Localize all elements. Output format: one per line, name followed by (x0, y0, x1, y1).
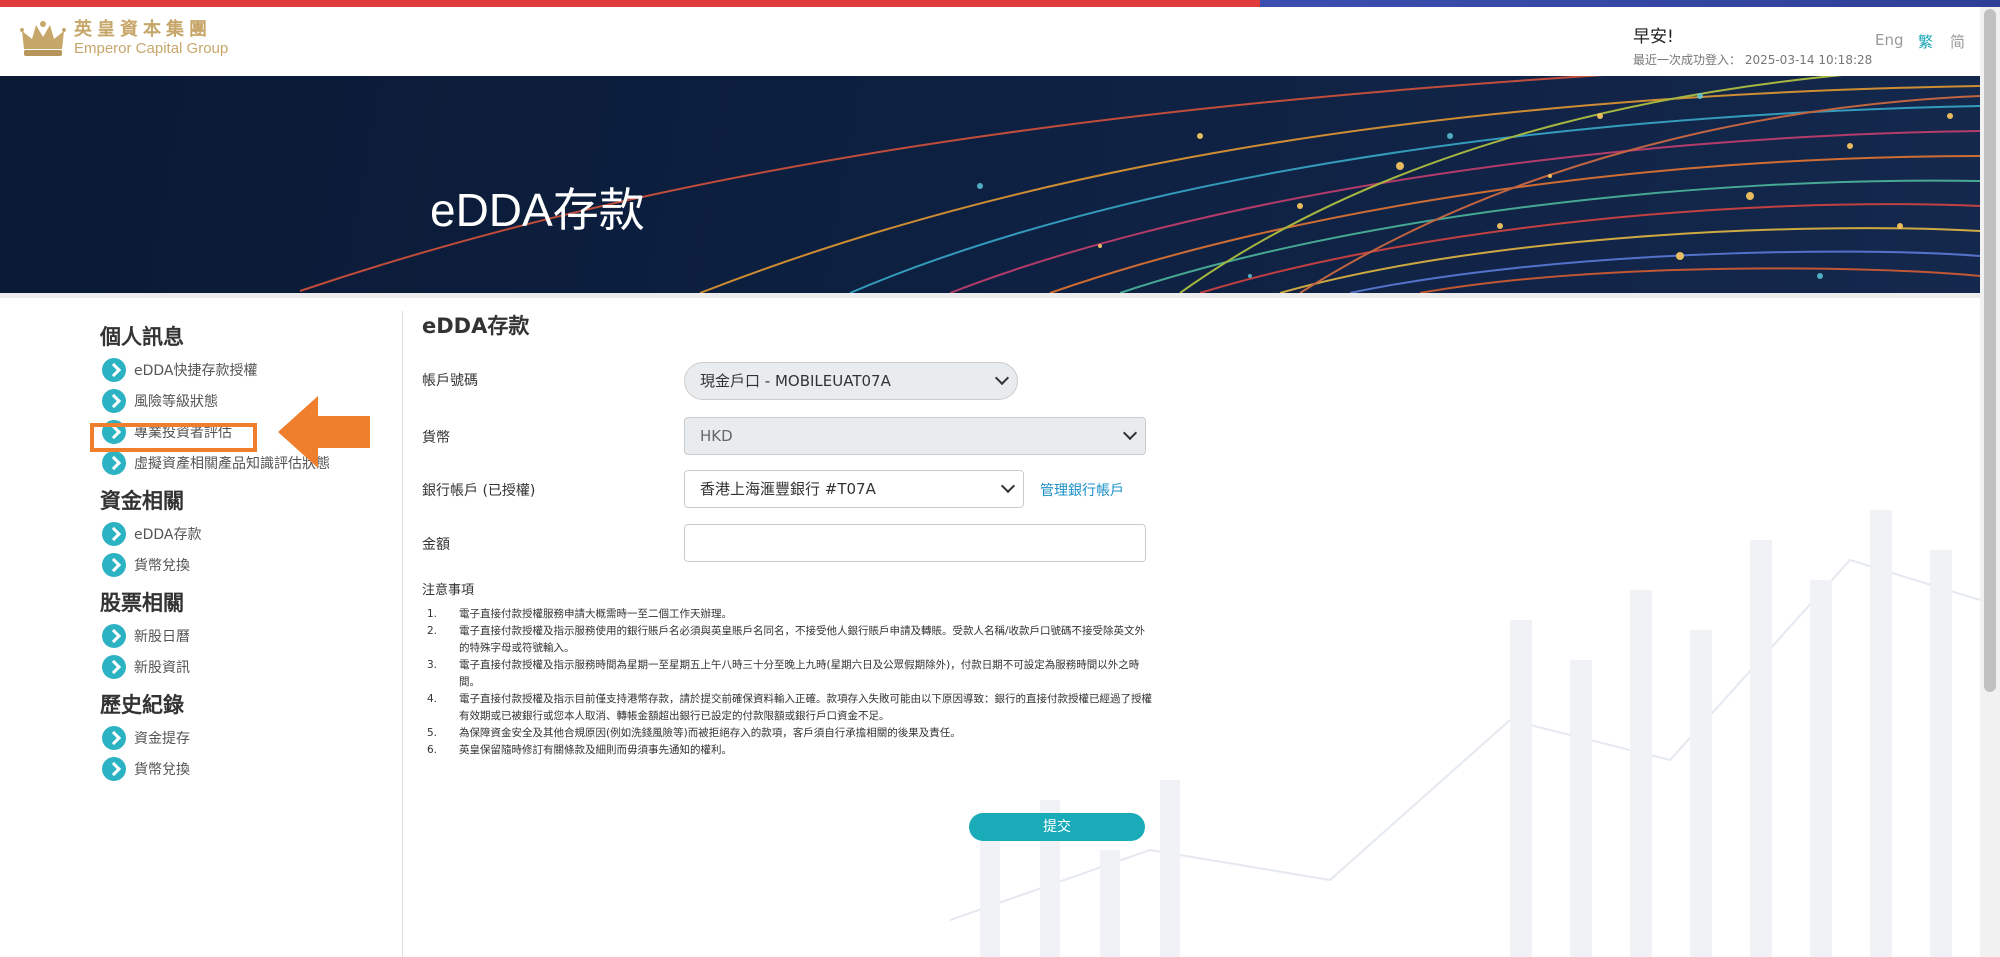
company-logo[interactable]: 英皇資本集團 Emperor Capital Group (20, 19, 228, 59)
scrollbar-thumb[interactable] (1984, 9, 1996, 692)
bank-account-select-value: 香港上海滙豐銀行 #T07A (700, 480, 876, 498)
sidebar-item-label: 新股資訊 (134, 659, 190, 676)
page-scrollbar[interactable] (1980, 7, 2000, 957)
sidebar-item-label: 資金提存 (134, 730, 190, 747)
sidebar: 個人訊息 eDDA快捷存款授權 風險等級狀態 專業投資者評估 虛擬資產相關產品知… (100, 320, 400, 784)
chevron-right-circle-icon (102, 725, 126, 750)
chevron-right-circle-icon (102, 521, 126, 546)
sidebar-item-currency-exchange[interactable]: 貨幣兌換 (100, 549, 400, 580)
sidebar-item-exchange-history[interactable]: 貨幣兌換 (100, 753, 400, 784)
crown-logo-icon (20, 21, 66, 56)
sidebar-item-label: eDDA快捷存款授權 (134, 362, 258, 379)
bank-account-select[interactable]: 香港上海滙豐銀行 #T07A (684, 470, 1024, 508)
sidebar-item-label: 貨幣兌換 (134, 761, 190, 778)
chevron-right-circle-icon (102, 388, 126, 413)
chevron-right-circle-icon (102, 357, 126, 382)
sidebar-item-label: eDDA存款 (134, 526, 202, 543)
sidebar-section-stocks: 股票相關 (100, 591, 184, 615)
note-item: 5. 為保障資金安全及其他合規原因(例如洗錢風險等)而被拒絕存入的款項，客戶須自行… (427, 727, 961, 739)
banner-light-streaks-image (299, 76, 1980, 293)
sidebar-item-edda-deposit[interactable]: eDDA存款 (100, 518, 400, 549)
account-label: 帳戶號碼 (422, 373, 478, 389)
greeting-block: 早安! 最近一次成功登入： 2025-03-14 10:18:28 (1633, 22, 1872, 68)
sidebar-section-history: 歷史紀錄 (100, 693, 184, 717)
greeting-text: 早安! (1633, 27, 1674, 47)
chevron-down-icon (1000, 478, 1016, 494)
lang-traditional-chinese[interactable]: 繁 (1918, 31, 1933, 52)
manage-bank-accounts-link[interactable]: 管理銀行帳戶 (1040, 480, 1124, 500)
bank-account-label: 銀行帳戶 (已授權) (422, 483, 536, 499)
chevron-down-icon (994, 370, 1010, 386)
sidebar-item-ipo-info[interactable]: 新股資訊 (100, 651, 400, 682)
logo-chinese-text: 英皇資本集團 (74, 19, 212, 40)
amount-input[interactable] (684, 524, 1146, 562)
deposit-form: eDDA存款 帳戶號碼 現金戶口 - MOBILEUAT07A 貨幣 HKD 銀… (422, 310, 1162, 841)
form-title: eDDA存款 (422, 314, 530, 338)
chevron-right-circle-icon (102, 552, 126, 577)
last-login-text: 最近一次成功登入： 2025-03-14 10:18:28 (1633, 53, 1873, 67)
annotation-arrow-icon (278, 396, 370, 468)
chevron-right-circle-icon (102, 654, 126, 679)
sidebar-item-label: 新股日曆 (134, 628, 190, 645)
account-select[interactable]: 現金戶口 - MOBILEUAT07A (684, 362, 1018, 400)
header: 英皇資本集團 Emperor Capital Group 早安! 最近一次成功登… (0, 7, 1980, 76)
sidebar-item-label: 風險等級狀態 (134, 393, 218, 410)
sidebar-item-fund-transfer-history[interactable]: 資金提存 (100, 722, 400, 753)
page-banner: eDDA存款 (0, 76, 1980, 293)
notes-list: 1. 電子直接付款授權服務申請大概需時一至二個工作天辦理。 2. 電子直接付款授權及… (422, 606, 1152, 759)
content-divider (402, 311, 403, 957)
note-item: 2. 電子直接付款授權及指示服務使用的銀行賬戶名必須與英皇賬戶名同名，不接受他人銀… (427, 625, 1146, 654)
banner-divider (0, 293, 1980, 298)
account-select-value: 現金戶口 - MOBILEUAT07A (700, 372, 891, 390)
note-item: 6. 英皇保留隨時修訂有關條款及細則而毋須事先通知的權利。 (427, 744, 732, 756)
banner-title: eDDA存款 (430, 184, 645, 236)
sidebar-item-ipo-calendar[interactable]: 新股日曆 (100, 620, 400, 651)
currency-label: 貨幣 (422, 430, 450, 446)
chevron-right-circle-icon (102, 450, 126, 475)
note-item: 4. 電子直接付款授權及指示目前僅支持港幣存款，請於提交前確保資料輸入正確。款項存… (427, 693, 1152, 722)
notes-title: 注意事項 (422, 583, 475, 598)
logo-english-text: Emperor Capital Group (74, 40, 229, 57)
currency-select[interactable]: HKD (684, 417, 1146, 455)
lang-english[interactable]: Eng (1875, 31, 1904, 49)
amount-label: 金額 (422, 537, 450, 553)
chevron-down-icon (1122, 425, 1138, 441)
sidebar-item-label: 貨幣兌換 (134, 557, 190, 574)
note-item: 3. 電子直接付款授權及指示服務時間為星期一至星期五上午八時三十分至晚上九時(星期… (427, 659, 1140, 688)
note-item: 1. 電子直接付款授權服務申請大概需時一至二個工作天辦理。 (427, 608, 732, 620)
sidebar-section-funds: 資金相關 (100, 489, 184, 513)
lang-simplified-chinese[interactable]: 简 (1950, 31, 1965, 52)
top-color-stripe (0, 0, 2000, 7)
chevron-right-circle-icon (102, 623, 126, 648)
sidebar-item-edda-authorization[interactable]: eDDA快捷存款授權 (100, 354, 400, 385)
sidebar-section-personal-info: 個人訊息 (100, 325, 184, 349)
submit-button[interactable]: 提交 (969, 813, 1145, 841)
currency-select-value: HKD (700, 427, 733, 445)
annotation-highlight-box (90, 423, 257, 452)
chevron-right-circle-icon (102, 756, 126, 781)
